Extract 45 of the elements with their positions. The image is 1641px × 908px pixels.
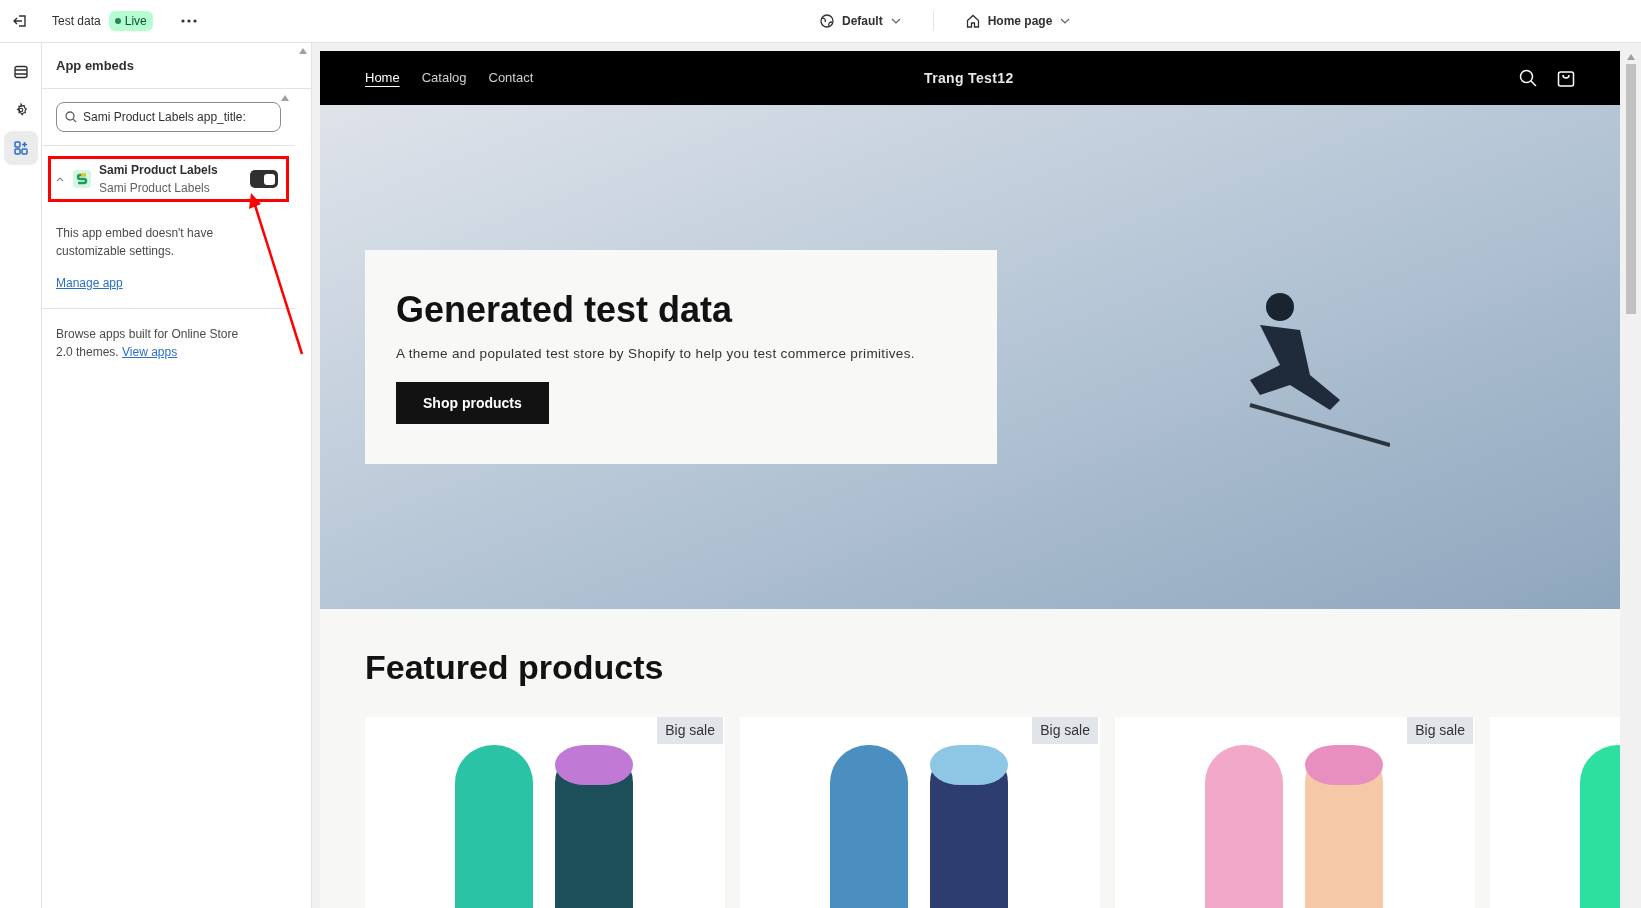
scroll-up-icon <box>281 95 289 101</box>
home-icon <box>965 14 980 28</box>
sections-icon <box>13 65 28 79</box>
live-badge: Live <box>108 11 153 31</box>
theme-name: Test data <box>52 13 101 30</box>
search-icon <box>65 111 77 123</box>
scrollbar-thumb[interactable] <box>1625 64 1636 314</box>
settings-icon <box>13 103 28 117</box>
view-apps-link[interactable]: View apps <box>122 345 178 359</box>
theme-selector[interactable]: Default <box>820 12 901 30</box>
app-subtitle: Sami Product Labels <box>99 180 211 197</box>
product-card[interactable]: Big sale <box>740 717 1100 908</box>
globe-icon <box>820 14 834 28</box>
store-name[interactable]: Trang Test12 <box>924 67 1014 89</box>
app-name: Sami Product Labels <box>99 162 219 179</box>
search-icon[interactable] <box>1519 69 1537 87</box>
nav-link[interactable]: Catalog <box>421 68 467 88</box>
shop-products-button[interactable]: Shop products <box>396 382 549 425</box>
page-selector[interactable]: Home page <box>965 12 1071 30</box>
nav-link[interactable]: Home <box>365 68 400 88</box>
chevron-down-icon <box>890 18 901 24</box>
app-embed-row[interactable]: Sami Product Labels Sami Product Labels <box>48 156 289 202</box>
app-logo-icon <box>73 170 91 188</box>
hero-text: A theme and populated test store by Shopify to help you test commerce primitives. <box>396 345 915 363</box>
exit-icon[interactable] <box>12 13 28 29</box>
scroll-up-icon <box>1626 54 1635 60</box>
manage-app-link[interactable]: Manage app <box>56 274 123 292</box>
scroll-up-icon <box>299 48 307 54</box>
hero-heading: Generated test data <box>396 288 733 332</box>
browse-apps-text: Browse apps built for Online Store 2.0 themes. View apps <box>55 326 240 361</box>
search-field[interactable]: Sami Product Labels app_title: <box>56 102 281 132</box>
nav-link[interactable]: Contact <box>488 68 534 88</box>
product-card[interactable]: Big sale <box>365 717 725 908</box>
apps-icon <box>13 141 28 155</box>
chevron-down-icon <box>1060 18 1071 24</box>
embed-note: This app embed doesn't have customizable settings. <box>56 225 215 260</box>
more-icon[interactable] <box>180 19 197 23</box>
sale-badge: Big sale <box>1407 717 1473 744</box>
section-heading: Featured products <box>365 647 665 687</box>
toggle-switch[interactable] <box>250 170 278 188</box>
panel-title: App embeds <box>56 56 134 75</box>
sale-badge: Big sale <box>1032 717 1098 744</box>
sale-badge: Big sale <box>657 717 723 744</box>
product-card[interactable]: Big sale <box>1115 717 1475 908</box>
cart-icon[interactable] <box>1557 69 1575 87</box>
